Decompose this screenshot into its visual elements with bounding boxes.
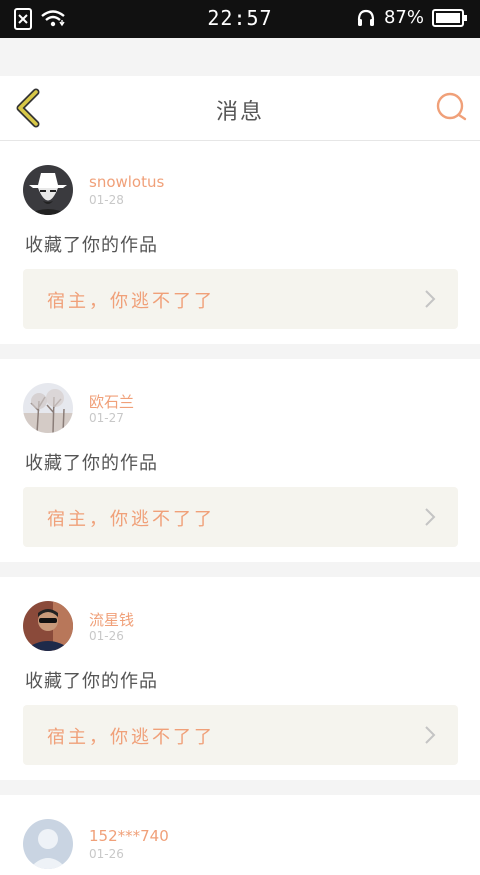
top-spacer [0, 38, 480, 76]
message-item: 欧石兰 01-27 收藏了你的作品 宿主，你逃不了了 [0, 359, 480, 562]
battery-icon [432, 8, 467, 27]
headset-icon [357, 9, 375, 26]
user-name[interactable]: 152***740 [89, 827, 169, 845]
status-bar: 22:57 87% [0, 0, 480, 38]
message-action: 收藏了你的作品 [25, 235, 158, 256]
chevron-right-icon [425, 726, 436, 744]
message-item: 152***740 01-26 [0, 795, 480, 875]
user-name[interactable]: 流星钱 [89, 609, 134, 630]
avatar-winter-tree-icon [23, 383, 73, 433]
app-header: 消息 [0, 76, 480, 141]
avatar[interactable] [23, 601, 73, 651]
message-date: 01-27 [89, 411, 124, 425]
work-title: 宿主，你逃不了了 [47, 509, 215, 530]
user-name[interactable]: snowlotus [89, 173, 164, 191]
work-title: 宿主，你逃不了了 [47, 291, 215, 312]
message-item: snowlotus 01-28 收藏了你的作品 宿主，你逃不了了 [0, 141, 480, 344]
work-title: 宿主，你逃不了了 [47, 727, 215, 748]
work-link[interactable]: 宿主，你逃不了了 [23, 705, 458, 765]
search-icon [436, 92, 467, 121]
chevron-right-icon [425, 508, 436, 526]
work-link[interactable]: 宿主，你逃不了了 [23, 487, 458, 547]
status-right-icons: 87% [356, 7, 468, 28]
message-date: 01-28 [89, 193, 124, 207]
battery-percent: 87% [383, 7, 424, 28]
avatar[interactable] [23, 165, 73, 215]
avatar-default-user-icon [23, 819, 73, 869]
user-name[interactable]: 欧石兰 [89, 391, 134, 412]
avatar-hat-man-icon [23, 165, 73, 215]
page-title: 消息 [215, 100, 264, 125]
avatar[interactable] [23, 819, 73, 869]
avatar[interactable] [23, 383, 73, 433]
message-list: snowlotus 01-28 收藏了你的作品 宿主，你逃不了了 欧石兰 01-… [0, 141, 480, 875]
chevron-right-icon [425, 290, 436, 308]
search-button[interactable] [434, 90, 470, 126]
avatar-person-sunglasses-icon [23, 601, 73, 651]
message-action: 收藏了你的作品 [25, 671, 158, 692]
work-link[interactable]: 宿主，你逃不了了 [23, 269, 458, 329]
message-date: 01-26 [89, 847, 124, 861]
message-item: 流星钱 01-26 收藏了你的作品 宿主，你逃不了了 [0, 577, 480, 780]
message-date: 01-26 [89, 629, 124, 643]
message-action: 收藏了你的作品 [25, 453, 158, 474]
